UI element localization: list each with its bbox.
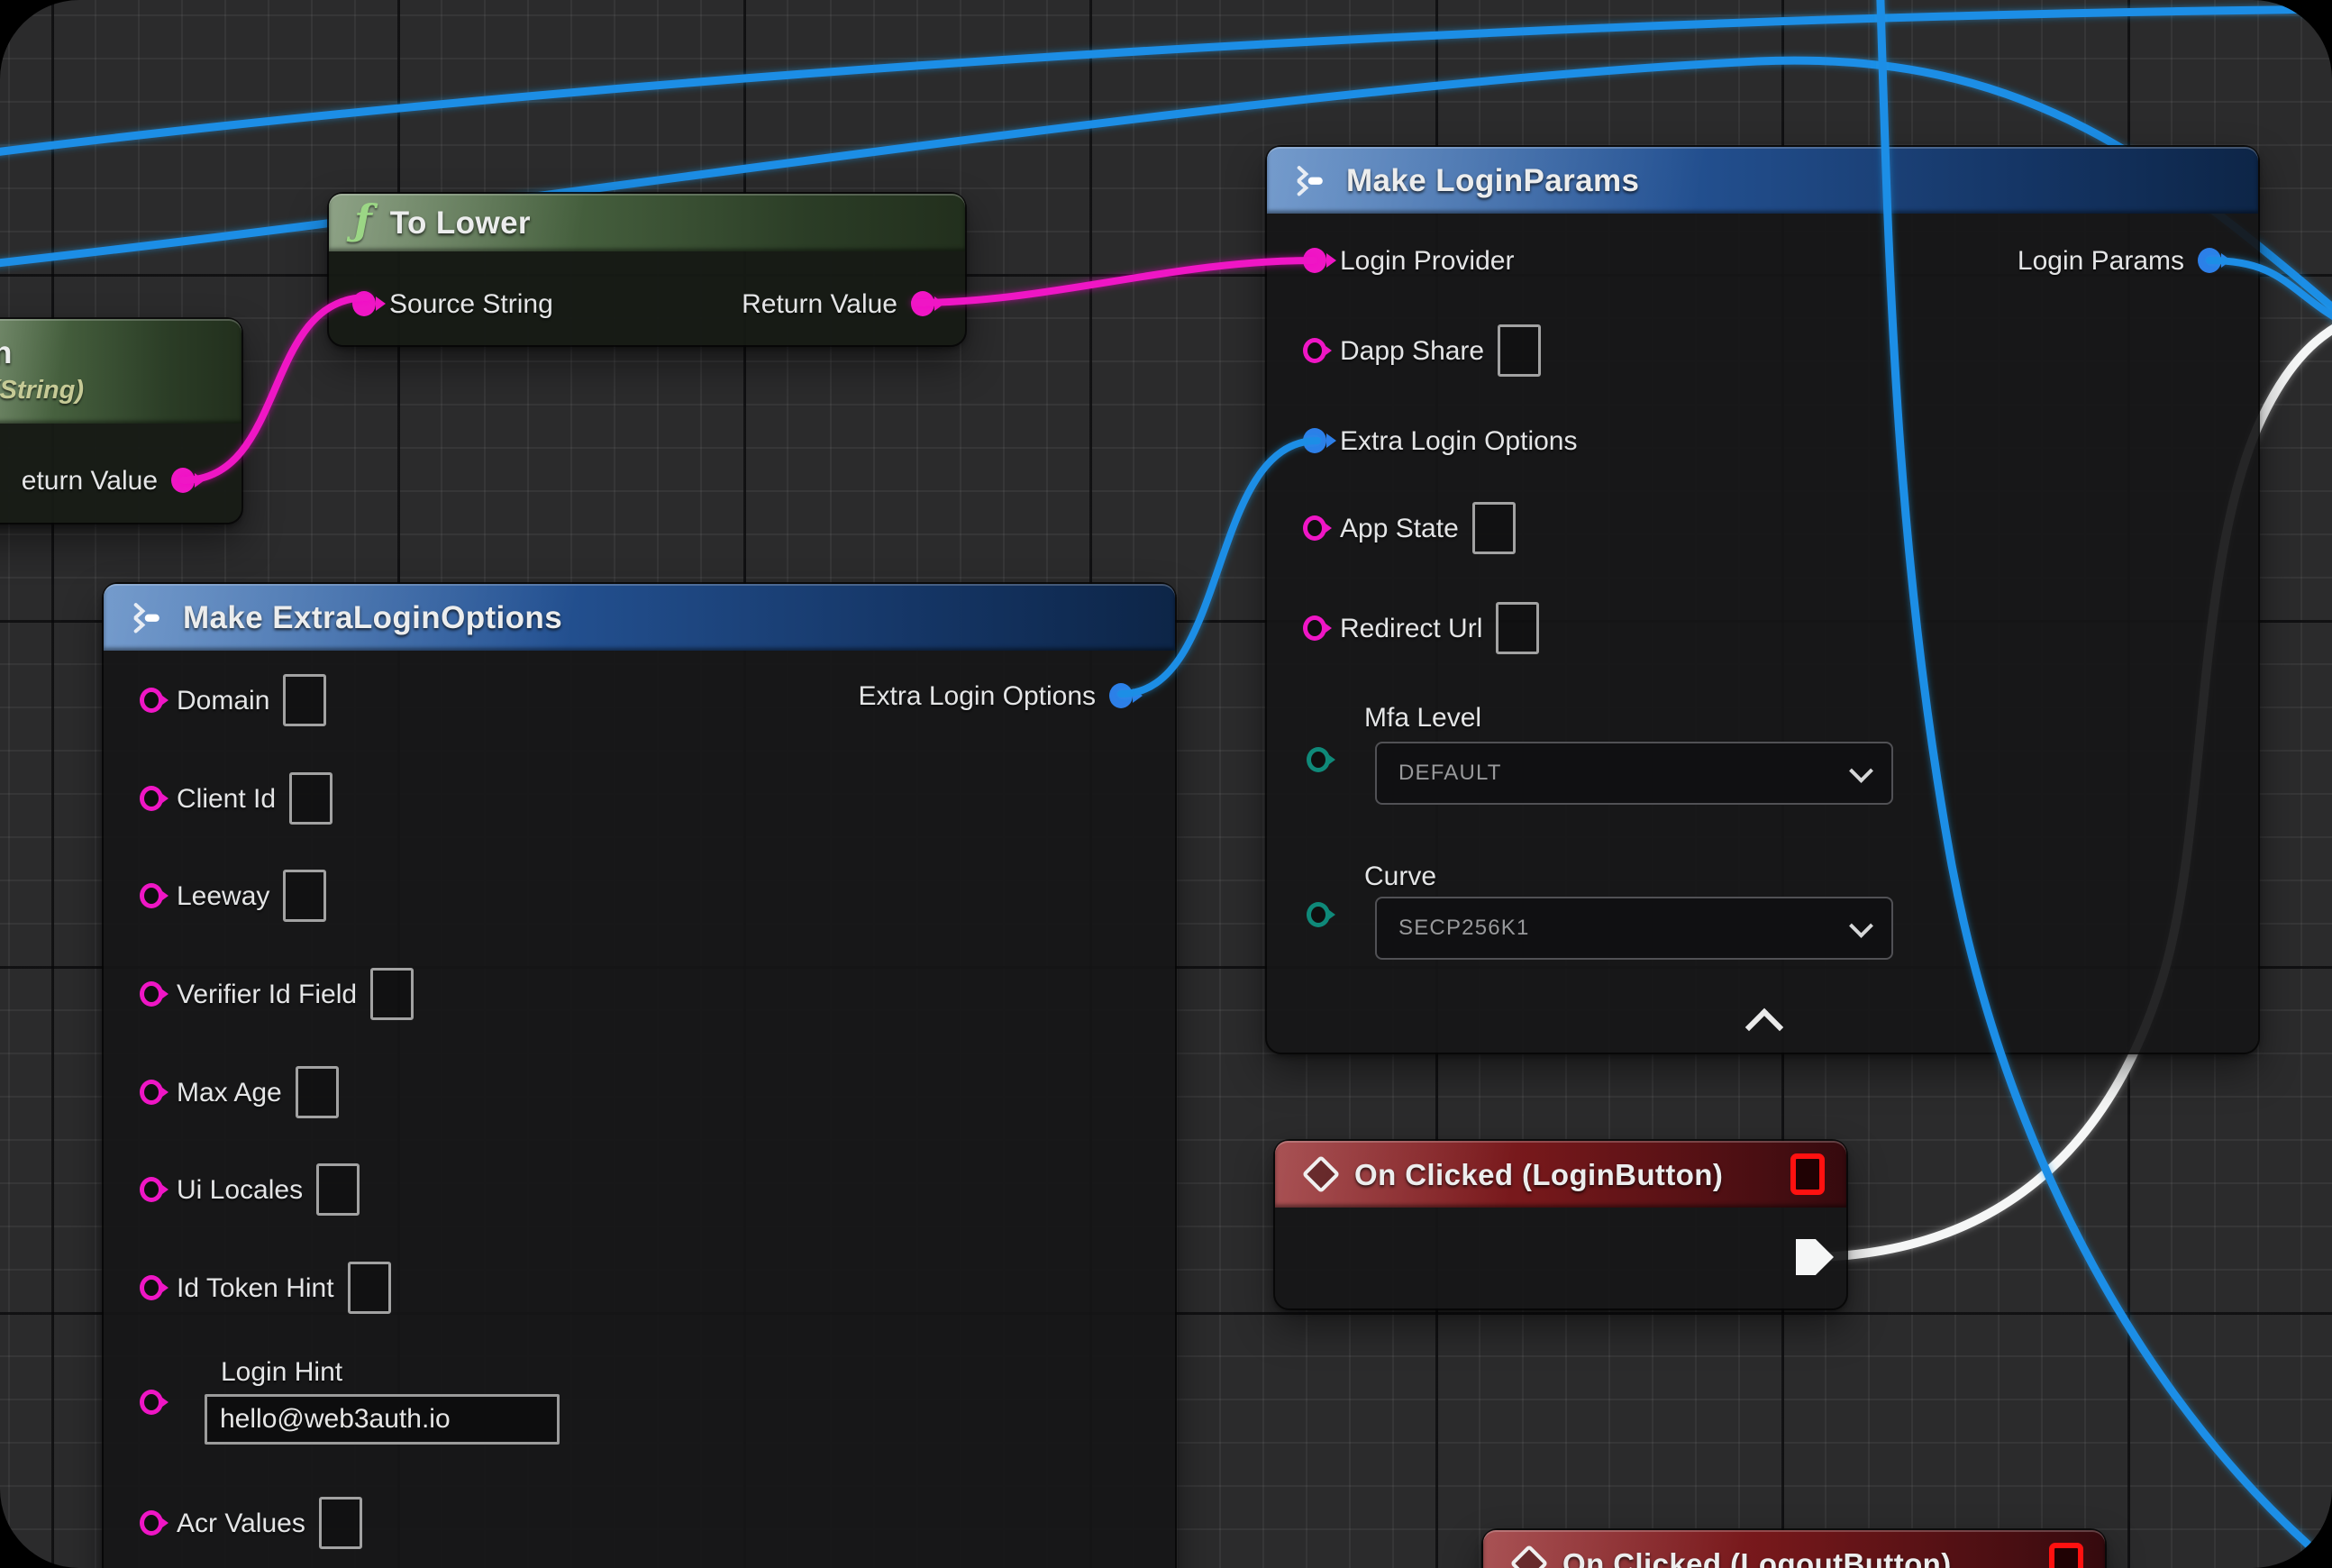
wire-struct-loginparams-out[interactable]	[2209, 260, 2332, 332]
wire-struct-extraloginoptions[interactable]	[1121, 441, 1317, 694]
blueprint-graph-canvas[interactable]: tion ox (String) eturn Value ƒ To Lower …	[0, 0, 2332, 1568]
blueprint-editor-screenshot: tion ox (String) eturn Value ƒ To Lower …	[0, 0, 2332, 1568]
wire-struct-steep[interactable]	[1880, 0, 2332, 1568]
wire-string-returnvalue-to-sourcestring[interactable]	[183, 297, 368, 480]
wire-string-tolower-to-loginprovider[interactable]	[915, 260, 1314, 303]
wires-front-layer	[0, 0, 2332, 1568]
